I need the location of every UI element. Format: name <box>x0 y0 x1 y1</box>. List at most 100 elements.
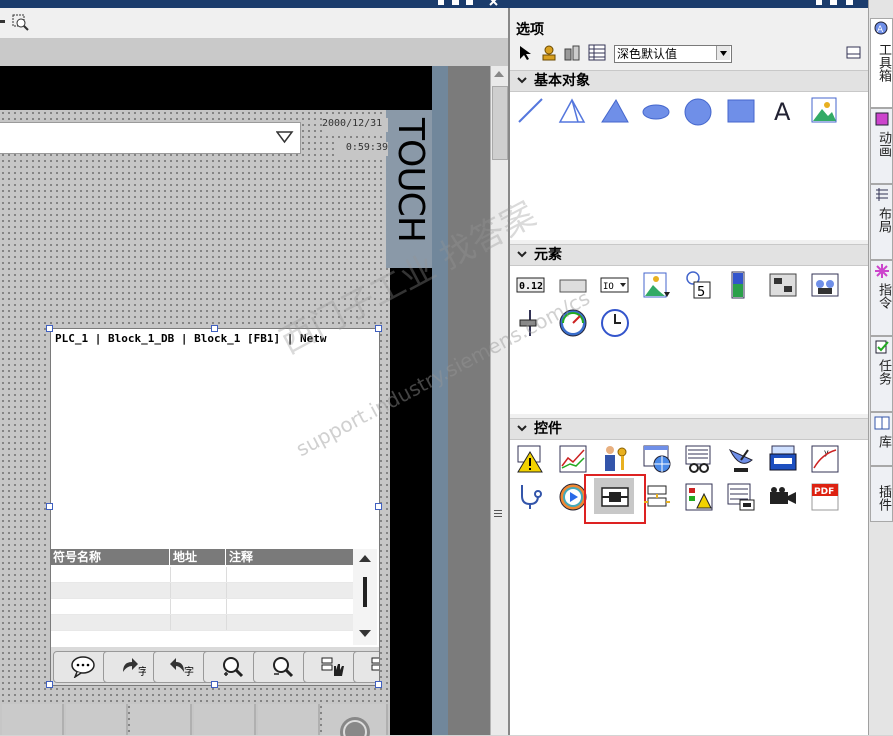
recipe-view-icon <box>685 445 711 473</box>
screen-dropdown-field[interactable] <box>0 122 301 154</box>
line-tool[interactable] <box>514 94 546 126</box>
polygon-icon <box>601 99 629 123</box>
table-row[interactable] <box>51 599 353 615</box>
select-arrow-icon[interactable] <box>716 46 730 60</box>
table-cell <box>51 599 171 614</box>
selection-handle[interactable] <box>375 325 382 332</box>
trend-view-tool[interactable] <box>556 442 588 474</box>
tab-animation[interactable]: 动画 <box>870 108 893 184</box>
user-view-tool[interactable] <box>598 442 630 474</box>
trend-view-icon <box>559 445 587 473</box>
recipe-view-tool[interactable] <box>682 442 714 474</box>
tab-addins[interactable]: 插件 <box>870 466 893 522</box>
selection-handle[interactable] <box>375 681 382 688</box>
screen-key[interactable] <box>130 704 192 735</box>
alarm-view-tool[interactable] <box>514 442 546 474</box>
f-xy-view-tool[interactable]: y <box>808 442 840 474</box>
tab-toolbox[interactable]: A 工具箱 <box>870 18 893 108</box>
scroll-up-arrow-icon[interactable] <box>492 68 506 80</box>
tab-tasks[interactable]: 任务 <box>870 336 893 412</box>
section-elements[interactable]: 元素 <box>510 244 868 266</box>
tab-libraries[interactable]: 库 <box>870 412 893 466</box>
sm-diag-tool[interactable] <box>724 442 756 474</box>
plc-code-viewer[interactable]: PLC_1 | Block_1_DB | Block_1 [FB1] | Net… <box>50 328 380 686</box>
date-time-field-tool[interactable]: 5 <box>682 268 714 300</box>
library-tools-icon[interactable] <box>564 44 582 62</box>
jump-forward-icon: 字 <box>123 658 146 678</box>
html-browser-tool[interactable] <box>640 442 672 474</box>
pdf-label: PDF <box>814 487 834 497</box>
column-header-address[interactable]: 地址 <box>171 549 226 565</box>
editor-vertical-scrollbar[interactable] <box>490 66 509 735</box>
parameter-view-tool[interactable] <box>724 480 756 512</box>
find-button[interactable] <box>353 651 379 683</box>
tab-layout[interactable]: 布局 <box>870 184 893 260</box>
selection-handle[interactable] <box>211 681 218 688</box>
zoom-region-icon[interactable] <box>12 14 30 32</box>
dropdown-arrow-icon[interactable] <box>276 130 294 144</box>
screen-key[interactable] <box>2 704 64 735</box>
text-tool[interactable]: A <box>766 94 798 126</box>
section-basic-objects[interactable]: 基本对象 <box>510 70 868 92</box>
column-header-comment[interactable]: 注释 <box>227 549 353 565</box>
panel-splitter-grip[interactable] <box>494 508 502 520</box>
animation-icon <box>875 112 889 126</box>
browser-icon <box>643 445 671 473</box>
graphic-view-tool[interactable] <box>808 94 840 126</box>
toolbox-title-bar <box>508 0 868 8</box>
hmi-screen-header <box>0 66 432 110</box>
camera-view-tool[interactable] <box>766 480 798 512</box>
style-select[interactable]: 深色默认值 <box>614 45 732 63</box>
bar-tool[interactable] <box>724 268 756 300</box>
selection-handle[interactable] <box>46 681 53 688</box>
symbolic-library-tool[interactable] <box>808 268 840 300</box>
scroll-down-arrow-icon[interactable] <box>358 629 372 639</box>
column-header-symbol-name[interactable]: 符号名称 <box>51 549 170 565</box>
pdf-view-tool[interactable]: PDF <box>808 480 840 512</box>
graphic-io-tool[interactable] <box>640 268 672 300</box>
screen-key[interactable] <box>322 704 388 736</box>
screen-key[interactable] <box>258 704 320 735</box>
io-field-tool[interactable]: 0.12 <box>514 268 546 300</box>
selection-handle[interactable] <box>211 325 218 332</box>
symbolic-io-tool[interactable]: IO <box>598 268 630 300</box>
clock-tool[interactable] <box>598 306 630 338</box>
tab-label: 动画 <box>876 131 891 157</box>
toolbox-window-controls-icon[interactable] <box>814 0 864 8</box>
table-row[interactable] <box>51 615 353 631</box>
section-title: 基本对象 <box>534 73 590 89</box>
selection-handle[interactable] <box>46 325 53 332</box>
editor-scroll-thumb[interactable] <box>492 86 508 160</box>
polyline-icon <box>558 98 586 123</box>
screen-key[interactable] <box>194 704 256 735</box>
selection-handle[interactable] <box>375 503 382 510</box>
polyline-tool[interactable] <box>556 94 588 126</box>
table-row[interactable] <box>51 567 353 583</box>
symbol-table-scrollbar[interactable] <box>353 549 377 645</box>
pdf-view-tool-alt[interactable] <box>640 480 672 512</box>
ellipse-tool[interactable] <box>640 94 672 126</box>
system-diagnostics-tool[interactable] <box>514 480 546 512</box>
switch-tool[interactable] <box>766 268 798 300</box>
library-icon <box>874 416 890 430</box>
rectangle-tool[interactable] <box>724 94 756 126</box>
section-controls[interactable]: 控件 <box>510 418 868 440</box>
table-row[interactable] <box>51 583 353 599</box>
pointer-tool-icon[interactable] <box>518 45 532 61</box>
status-force-tool[interactable] <box>766 442 798 474</box>
symbol-table[interactable]: 符号名称 地址 注释 <box>51 549 353 645</box>
screen-key[interactable] <box>66 704 128 735</box>
alarm-indicator-tool[interactable] <box>682 480 714 512</box>
scroll-up-arrow-icon[interactable] <box>358 553 372 563</box>
user-stamp-icon[interactable] <box>540 44 558 62</box>
list-view-icon[interactable] <box>846 46 862 60</box>
circle-tool[interactable] <box>682 94 714 126</box>
window-controls-icon[interactable] <box>436 0 506 8</box>
tab-instructions[interactable]: 指令 <box>870 260 893 336</box>
scroll-thumb[interactable] <box>363 577 367 607</box>
polygon-tool[interactable] <box>598 94 630 126</box>
table-view-icon[interactable] <box>588 44 606 62</box>
selection-handle[interactable] <box>46 503 53 510</box>
parameter-view-icon <box>727 483 755 511</box>
hand-pan-icon <box>321 657 344 676</box>
